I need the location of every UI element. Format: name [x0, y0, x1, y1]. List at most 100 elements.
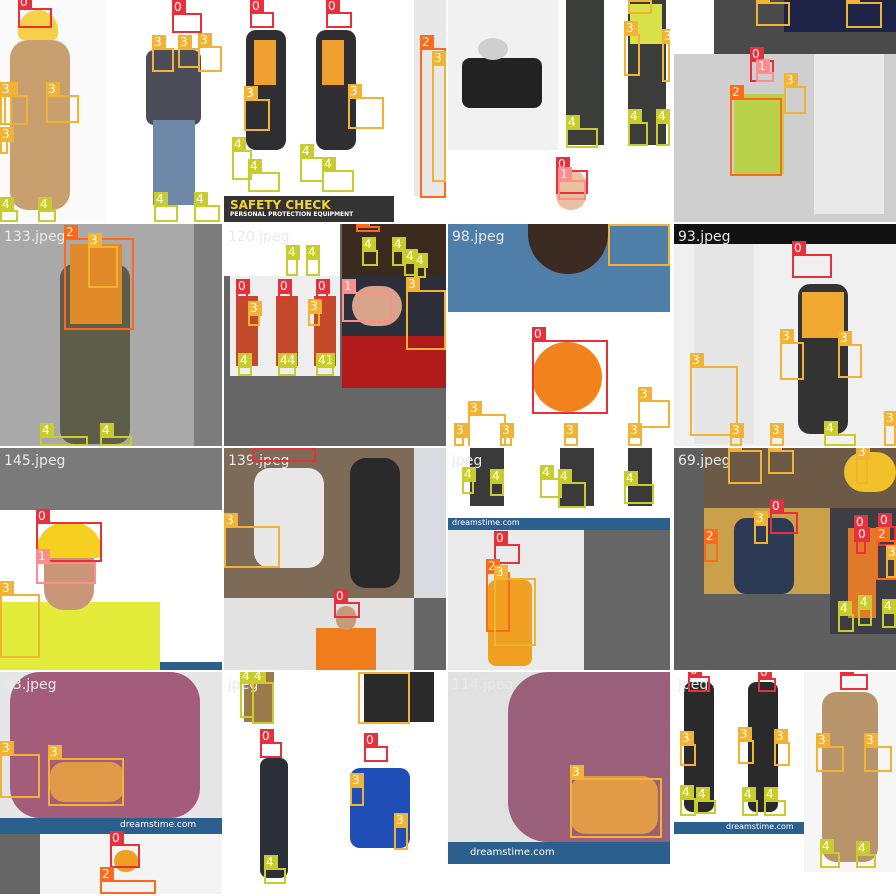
bbox: 0 — [856, 527, 870, 554]
bbox: 3 — [770, 423, 784, 446]
watermark-text: dreamstime.com — [726, 822, 794, 831]
bbox-label: 3 — [770, 423, 784, 438]
bbox-label: 3 — [754, 511, 768, 526]
bbox: 4 — [558, 469, 586, 508]
bbox-label: 4 — [100, 423, 114, 438]
watermark-bar: dreamstime.com — [674, 822, 804, 834]
bbox-label: 0 — [278, 279, 292, 294]
bbox: 3 — [0, 741, 40, 798]
product-figure — [478, 38, 508, 60]
bbox-label: 4 — [362, 237, 376, 252]
bbox: 2 — [704, 529, 718, 562]
photo-region — [448, 0, 558, 150]
bbox: 3 — [864, 733, 892, 772]
bbox: 3 — [738, 727, 754, 764]
bbox-label: 2 — [876, 527, 890, 542]
mosaic-tile: 98.jpeg 3 0 3 3 3 3 3 3 — [448, 224, 670, 446]
bbox: 3 — [564, 423, 578, 446]
bbox-label: 3 — [884, 411, 896, 426]
bbox-label: 3 — [406, 277, 420, 292]
bbox: 0 — [326, 0, 352, 28]
worker-figure — [822, 692, 878, 862]
bbox-label: 4 — [252, 672, 266, 684]
bbox: 0 — [532, 327, 608, 414]
bbox-label: 1 — [342, 279, 356, 294]
bbox: 3 — [432, 51, 446, 182]
file-name: 98.jpeg — [452, 229, 505, 245]
bbox-label: 4 — [154, 192, 168, 207]
bbox-label: 0 — [18, 0, 32, 10]
bbox-label: 4 — [838, 601, 852, 616]
bbox-label: 3 — [738, 727, 752, 742]
worker-figure — [254, 40, 276, 85]
bbox: 4 — [306, 245, 320, 276]
bbox: 3 — [774, 729, 790, 766]
mosaic-tile: dreamstime.com 63.jpeg 3 3 0 2 — [0, 672, 222, 894]
bbox: 3 — [152, 35, 174, 72]
bbox-label: 0 — [494, 531, 508, 546]
file-name: 63.jpeg — [4, 677, 57, 693]
bbox-label: 2 — [420, 35, 434, 50]
bbox: 4 — [0, 197, 18, 222]
bbox-label: 3 — [864, 733, 878, 748]
bbox: 4 — [696, 787, 716, 814]
worker-figure — [350, 458, 400, 588]
bbox: 4 — [680, 785, 696, 816]
bbox-label: 4 — [462, 467, 476, 482]
bbox: 0 — [110, 831, 140, 868]
bbox: 3 — [756, 0, 790, 26]
bbox-label: 1 — [756, 59, 770, 74]
bbox-label: 3 — [494, 565, 508, 580]
bbox-label: 3 — [244, 86, 258, 101]
worker-figure — [10, 40, 70, 210]
bbox: 3 — [624, 21, 640, 76]
bbox-label: 3 — [608, 224, 622, 226]
bbox: 4 — [100, 423, 132, 446]
bbox-label: 3 — [348, 84, 362, 99]
bbox: 4 — [154, 192, 178, 222]
bbox: 3 — [754, 511, 768, 544]
mosaic-tile: dreamstime.com jpeg 0 0 0 3 3 3 3 3 4 4 … — [674, 672, 896, 894]
bbox: 3 — [198, 33, 222, 72]
bbox: 3 — [0, 581, 40, 658]
bbox-label: 4 — [194, 192, 208, 207]
bbox: 3 — [628, 423, 642, 446]
product-figure — [462, 58, 542, 108]
bbox: 3 — [348, 84, 384, 129]
bbox: 1 — [756, 59, 774, 82]
photo-region — [160, 662, 222, 670]
bbox-label: 3 — [570, 765, 584, 780]
bbox: 2 — [730, 85, 782, 176]
bbox-label: 3 — [624, 21, 638, 36]
bbox: 3 — [350, 773, 364, 806]
photo-region — [448, 864, 670, 894]
bbox-label: 3 — [46, 82, 60, 97]
bbox: 3 — [784, 73, 806, 114]
bbox-label: 4 — [696, 787, 710, 802]
bbox: 4 — [838, 601, 854, 632]
bbox: 4 — [264, 855, 286, 884]
bbox-label: 3 — [350, 773, 364, 788]
bbox: 3 — [680, 731, 696, 766]
bbox-label: 4 — [540, 465, 554, 480]
mosaic-tile: 3 3 3 4 4 4 0 1 — [448, 0, 670, 222]
bbox-label: 4 — [558, 469, 572, 484]
bbox-label: 0 — [36, 509, 50, 524]
bbox: 4 — [656, 109, 670, 146]
bbox-label: 4 — [232, 137, 246, 152]
beard-figure — [528, 224, 608, 274]
bbox-label: 4 — [820, 839, 834, 854]
bbox: 4 — [764, 787, 786, 816]
bbox: 4 — [742, 787, 758, 816]
bbox-label: 3 — [756, 0, 770, 4]
mosaic-tile: 3 3 0 1 3 2 — [674, 0, 896, 222]
bbox-label: 1 — [36, 549, 50, 564]
bbox: 3 — [178, 35, 200, 68]
bbox: 4 — [362, 237, 378, 266]
photo-region — [194, 224, 222, 446]
bbox: 3 — [244, 86, 270, 131]
bbox: 4 — [248, 159, 280, 192]
bbox: 0 — [236, 279, 250, 300]
file-name: 145.jpeg — [4, 453, 66, 469]
bbox-label: 4 — [656, 109, 670, 124]
